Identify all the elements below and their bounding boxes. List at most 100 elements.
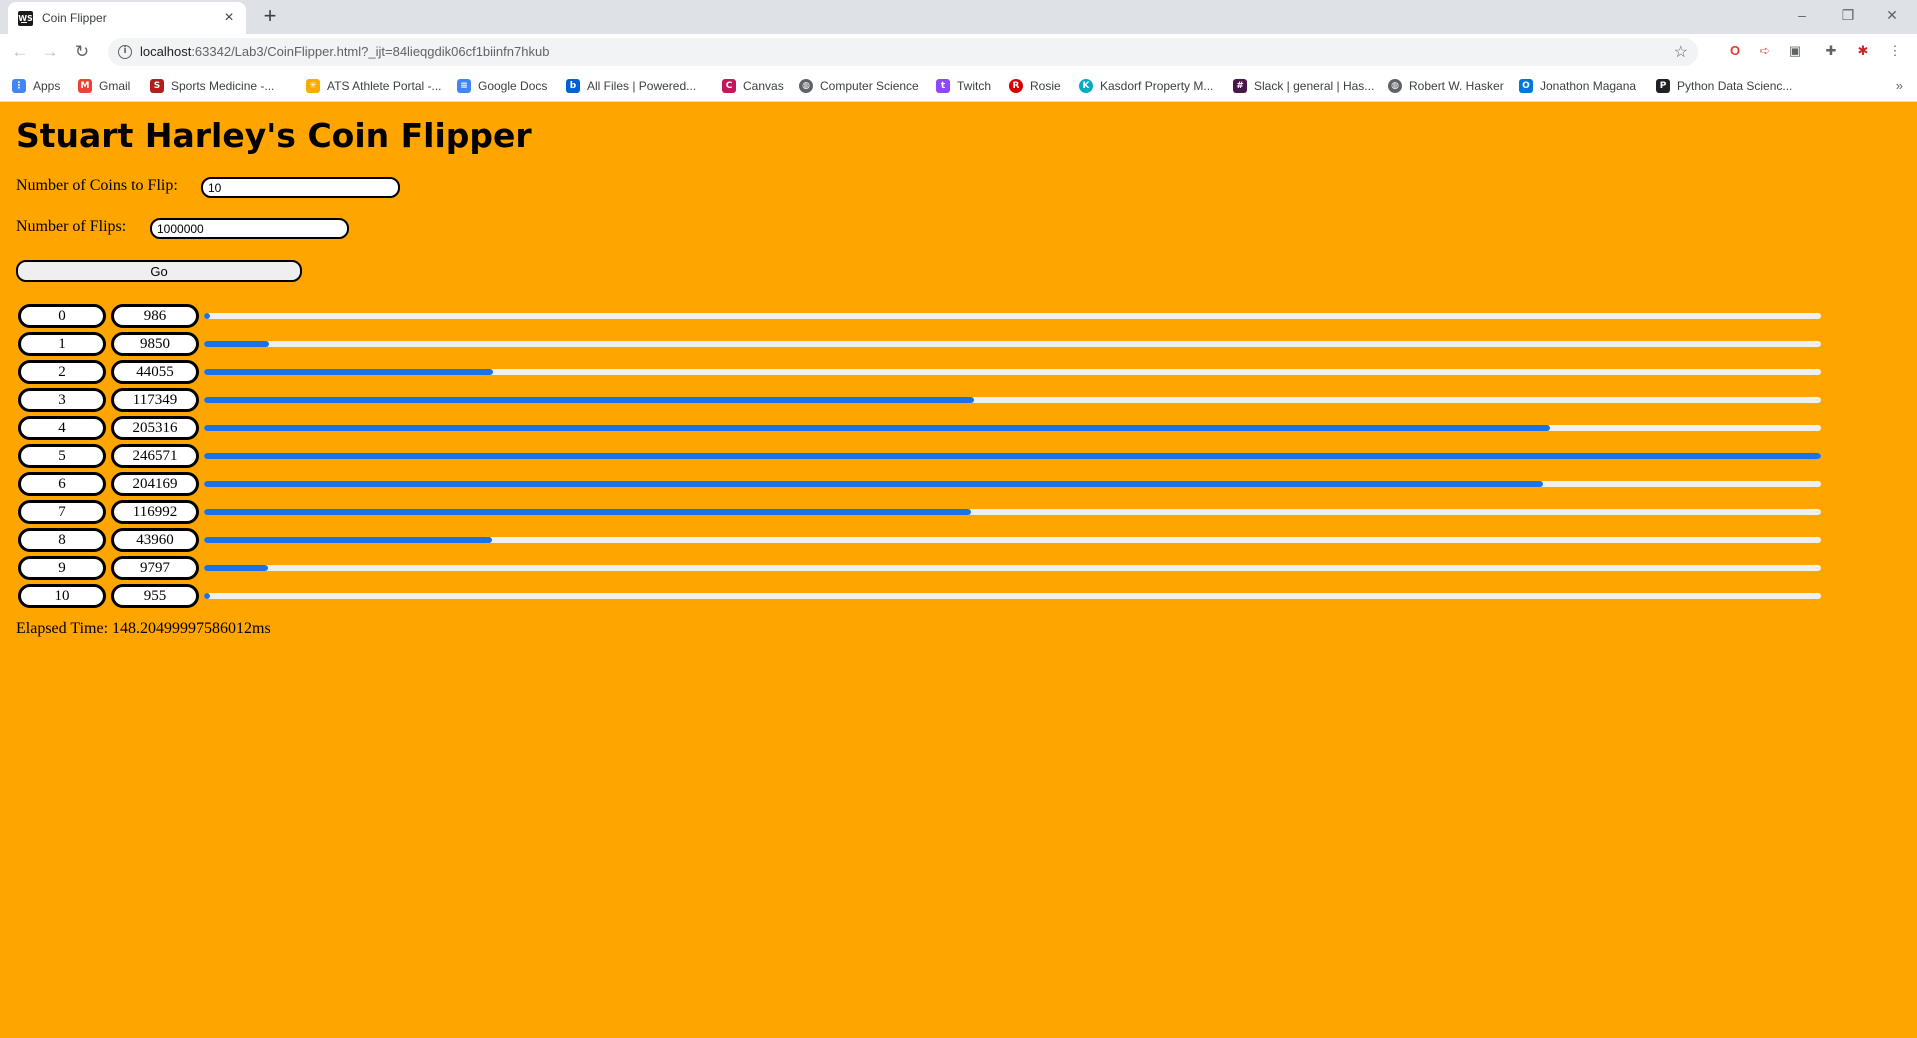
bookmark-star-icon[interactable]: ☆ [1674, 42, 1688, 62]
tab-title: Coin Flipper [42, 11, 107, 25]
bookmark-ats[interactable]: ✳ ATS Athlete Portal -... [306, 76, 442, 96]
ats-icon: ✳ [306, 79, 320, 93]
screenshot-extension-icon[interactable]: ▣ [1786, 42, 1804, 60]
bookmark-label: Kasdorf Property M... [1100, 79, 1214, 93]
address-bar[interactable]: i localhost:63342/Lab3/CoinFlipper.html?… [108, 38, 1698, 66]
tab-coin-flipper[interactable]: WS Coin Flipper × [8, 2, 246, 34]
bookmark-google-docs[interactable]: ≡ Google Docs [457, 76, 547, 96]
bookmark-label: Twitch [957, 79, 992, 93]
back-icon[interactable]: ← [8, 41, 32, 63]
bookmark-label: Sports Medicine -... [171, 79, 275, 93]
url-host: localhost [140, 44, 192, 59]
bookmark-label: Robert W. Hasker [1409, 79, 1504, 93]
bookmark-computer-science[interactable]: ◍ Computer Science [799, 76, 919, 96]
bookmark-canvas[interactable]: C Canvas [722, 76, 784, 96]
frequency-bar [204, 565, 269, 571]
frequency-cell: 9850 [111, 332, 199, 356]
heads-count-cell: 7 [18, 500, 106, 524]
bookmark-slack[interactable]: # Slack | general | Has... [1233, 76, 1374, 96]
kasdorf-icon: K [1079, 79, 1093, 93]
frequency-bar-track [204, 593, 1821, 599]
bookmark-apps[interactable]: ⋮ Apps [12, 76, 60, 96]
frequency-bar-track [204, 369, 1821, 375]
bookmark-sports-medicine[interactable]: S Sports Medicine -... [150, 76, 274, 96]
frequency-cell: 986 [111, 304, 199, 328]
tab-close-icon[interactable]: × [220, 9, 238, 27]
menu-kebab-icon[interactable]: ⋮ [1886, 42, 1904, 60]
bookmark-box[interactable]: b All Files | Powered... [566, 76, 696, 96]
page-title: Stuart Harley's Coin Flipper [16, 116, 532, 155]
globe-icon: ◍ [1388, 79, 1402, 93]
url-text: localhost:63342/Lab3/CoinFlipper.html?_i… [140, 44, 549, 59]
opera-extension-icon[interactable]: O [1726, 42, 1744, 60]
bookmark-label: ATS Athlete Portal -... [327, 79, 442, 93]
restore-icon[interactable]: ❐ [1828, 3, 1868, 27]
frequency-bar [204, 369, 493, 375]
heads-count-cell: 1 [18, 332, 106, 356]
rosie-icon: R [1009, 79, 1023, 93]
bookmark-python-data-science[interactable]: P Python Data Scienc... [1656, 76, 1792, 96]
frequency-bar-track [204, 425, 1821, 431]
bookmark-label: Computer Science [820, 79, 919, 93]
outlook-icon: O [1519, 79, 1533, 93]
bookmark-twitch[interactable]: t Twitch [936, 76, 991, 96]
elapsed-time: Elapsed Time: 148.20499997586012ms [16, 620, 271, 637]
bookmark-jonathon-magana[interactable]: O Jonathon Magana [1519, 76, 1636, 96]
coins-label: Number of Coins to Flip: [16, 177, 178, 194]
bookmarks-overflow-icon[interactable]: » [1896, 78, 1903, 93]
flips-input[interactable] [150, 218, 349, 239]
gmail-icon: M [78, 79, 92, 93]
frequency-cell: 9797 [111, 556, 199, 580]
bookmark-robert-hasker[interactable]: ◍ Robert W. Hasker [1388, 76, 1504, 96]
close-window-icon[interactable]: ✕ [1872, 3, 1912, 27]
new-tab-icon[interactable]: + [258, 5, 282, 29]
frequency-bar [204, 341, 269, 347]
heads-count-cell: 9 [18, 556, 106, 580]
frequency-bar-track [204, 481, 1821, 487]
reload-icon[interactable]: ↻ [70, 41, 94, 63]
frequency-bar [204, 453, 1821, 459]
heads-count-cell: 0 [18, 304, 106, 328]
heads-count-cell: 10 [18, 584, 106, 608]
frequency-bar-track [204, 453, 1821, 459]
apps-grid-icon: ⋮ [12, 79, 26, 93]
frequency-bar-track [204, 565, 1821, 571]
bookmark-label: Rosie [1030, 79, 1061, 93]
frequency-bar [204, 593, 211, 599]
bookmark-label: Gmail [99, 79, 131, 93]
frequency-bar-track [204, 537, 1821, 543]
bookmark-rosie[interactable]: R Rosie [1009, 76, 1061, 96]
bookmark-label: Apps [33, 79, 61, 93]
url-path: :63342/Lab3/CoinFlipper.html?_ijt=84lieq… [191, 44, 550, 59]
frequency-bar-track [204, 341, 1821, 347]
box-icon: b [566, 79, 580, 93]
coins-input[interactable] [201, 177, 400, 198]
profile-extension-icon[interactable]: ✱ [1854, 42, 1872, 60]
bookmark-kasdorf[interactable]: K Kasdorf Property M... [1079, 76, 1213, 96]
frequency-cell: 117349 [111, 388, 199, 412]
forward-icon[interactable]: → [38, 41, 62, 63]
bookmark-label: All Files | Powered... [587, 79, 697, 93]
site-info-icon[interactable]: i [118, 45, 132, 59]
heads-count-cell: 3 [18, 388, 106, 412]
bookmark-gmail[interactable]: M Gmail [78, 76, 130, 96]
bookmark-label: Google Docs [478, 79, 548, 93]
frequency-bar [204, 425, 1551, 431]
python-ds-icon: P [1656, 79, 1670, 93]
share-extension-icon[interactable]: ➪ [1756, 42, 1774, 60]
minimize-icon[interactable]: – [1782, 3, 1822, 27]
frequency-bar [204, 537, 493, 543]
bookmarks-bar: ⋮ Apps M Gmail S Sports Medicine -... ✳ ATS … [0, 70, 1917, 102]
frequency-cell: 205316 [111, 416, 199, 440]
frequency-bar [204, 481, 1543, 487]
frequency-cell: 955 [111, 584, 199, 608]
go-button[interactable]: Go [16, 260, 302, 282]
bookmark-label: Python Data Scienc... [1677, 79, 1793, 93]
frequency-cell: 43960 [111, 528, 199, 552]
extensions-puzzle-icon[interactable]: ✚ [1822, 42, 1840, 60]
frequency-bar-track [204, 509, 1821, 515]
bookmark-label: Slack | general | Has... [1254, 79, 1375, 93]
frequency-bar [204, 397, 974, 403]
bookmark-label: Canvas [743, 79, 784, 93]
twitch-icon: t [936, 79, 950, 93]
